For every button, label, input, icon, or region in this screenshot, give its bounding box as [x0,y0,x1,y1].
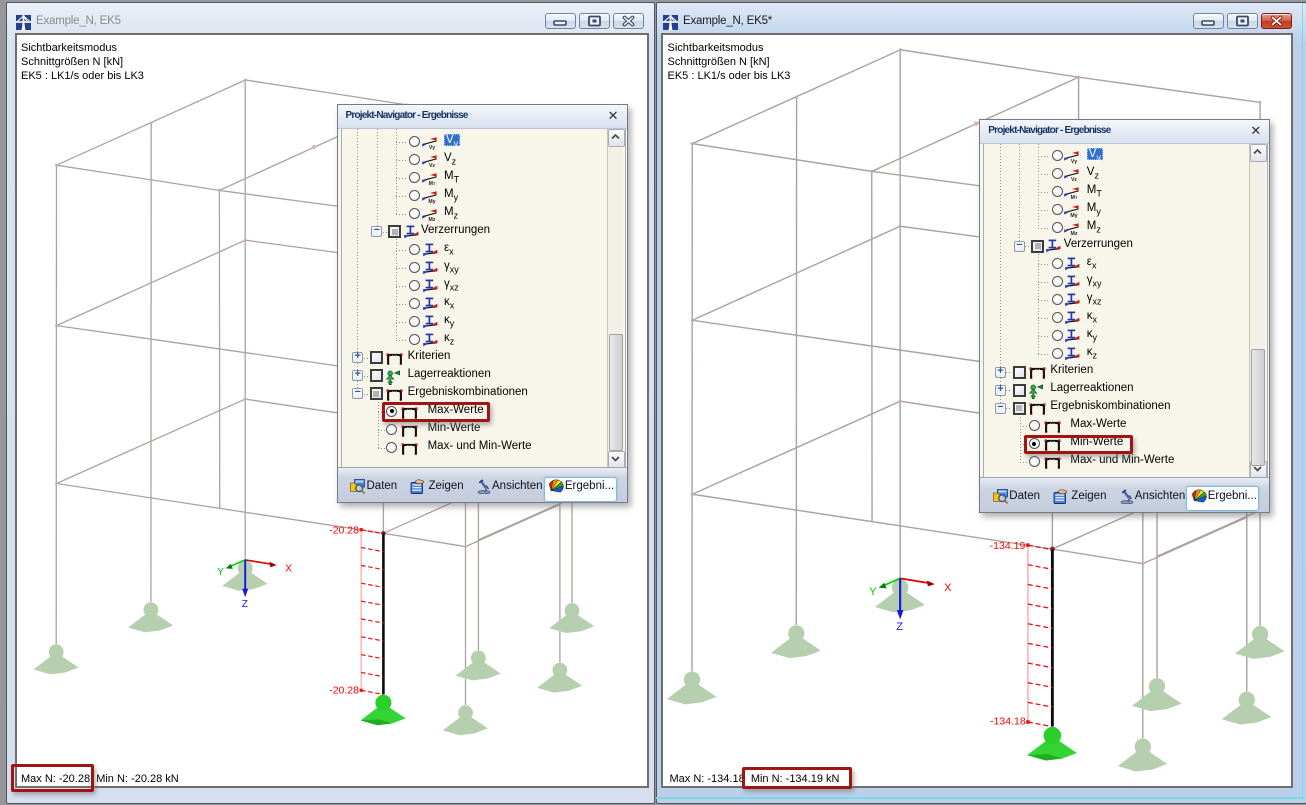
svg-text:My: My [428,199,435,204]
svg-text:-20.28: -20.28 [329,524,359,536]
svg-text:-134.18: -134.18 [990,715,1026,727]
svg-text:Vy: Vy [428,145,434,150]
svg-text:MT: MT [1071,195,1078,200]
svg-text:Vz: Vz [428,163,434,168]
svg-text:Vy: Vy [1071,159,1077,164]
svg-text:-20.28: -20.28 [329,684,359,696]
svg-text:Mz: Mz [428,217,435,222]
svg-text:MT: MT [428,181,435,186]
svg-text:My: My [1071,213,1078,218]
svg-text:-134.19: -134.19 [989,540,1025,552]
svg-text:Mz: Mz [1071,231,1078,236]
svg-text:Vz: Vz [1071,177,1077,182]
